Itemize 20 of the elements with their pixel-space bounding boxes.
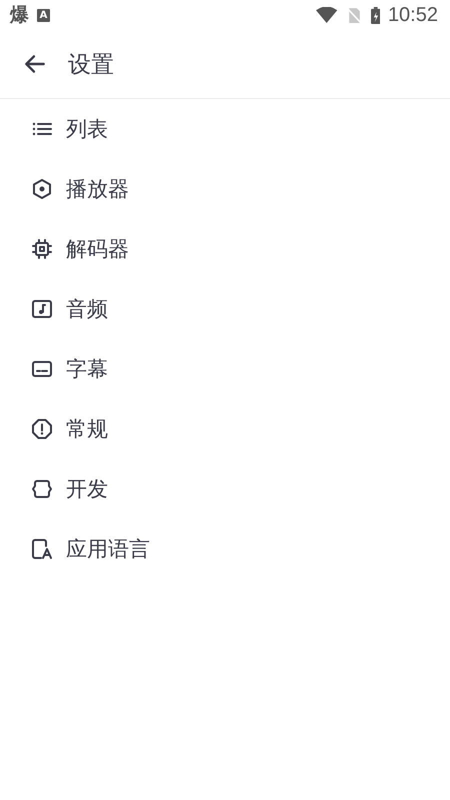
battery-icon <box>370 6 380 24</box>
exclamation-icon <box>30 417 54 441</box>
screen-title: 设置 <box>68 50 114 80</box>
settings-item[interactable]: 列表 <box>0 99 450 159</box>
clock-time: 10:52 <box>388 4 438 26</box>
music-note-icon <box>30 297 54 321</box>
chip-icon <box>30 237 54 261</box>
braces-icon <box>30 477 54 501</box>
settings-item[interactable]: 播放器 <box>0 159 450 219</box>
settings-item[interactable]: 音频 <box>0 279 450 339</box>
settings-item[interactable]: 解码器 <box>0 219 450 279</box>
notification-badge: A <box>37 8 50 22</box>
wifi-icon <box>316 6 338 24</box>
notification-icon: 爆 <box>10 2 29 28</box>
settings-item[interactable]: 字幕 <box>0 339 450 399</box>
hexagon-icon <box>30 177 54 201</box>
settings-item[interactable]: 应用语言 <box>0 519 450 579</box>
settings-item[interactable]: 常规 <box>0 399 450 459</box>
settings-item[interactable]: 开发 <box>0 459 450 519</box>
language-icon <box>30 537 54 561</box>
